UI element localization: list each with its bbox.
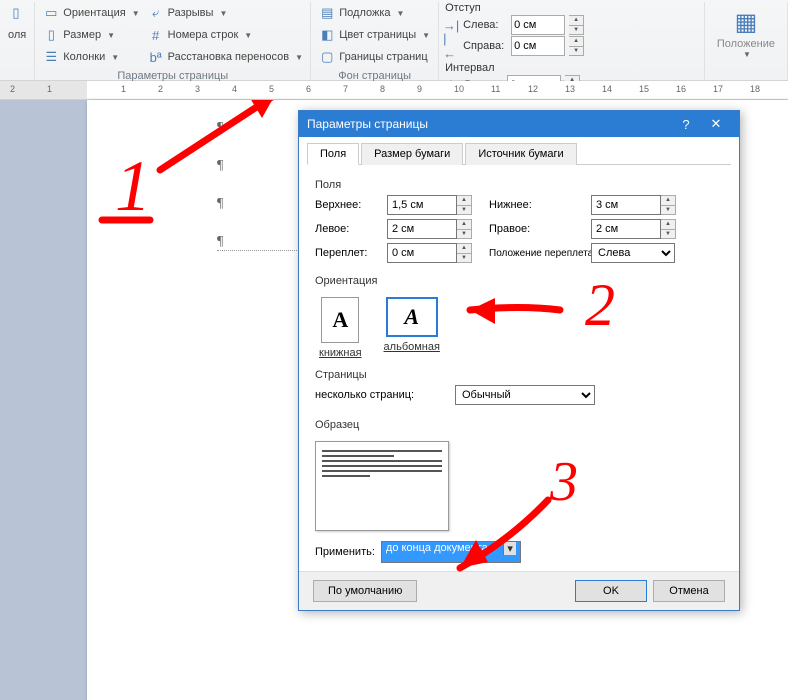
preview-thumbnail xyxy=(315,441,449,531)
dialog-titlebar[interactable]: Параметры страницы ? ✕ xyxy=(299,111,739,137)
tab-margins[interactable]: Поля xyxy=(307,143,359,165)
hyphenation-icon: bª xyxy=(148,49,164,65)
portrait-icon: A xyxy=(321,297,359,343)
apply-label: Применить: xyxy=(315,546,375,558)
chevron-down-icon: ▼ xyxy=(743,50,751,59)
spinner[interactable]: ▲▼ xyxy=(569,36,584,56)
cancel-button[interactable]: Отмена xyxy=(653,580,725,602)
watermark-icon: ▤ xyxy=(319,5,335,21)
close-button[interactable]: ✕ xyxy=(701,116,731,132)
indent-right-label: Справа: xyxy=(463,40,507,52)
columns-icon: ☰ xyxy=(43,49,59,65)
indent-right-icon: |← xyxy=(443,38,459,54)
spinner[interactable]: ▲▼ xyxy=(457,219,472,239)
chevron-down-icon: ▼ xyxy=(132,9,140,18)
orientation-landscape[interactable]: A альбомная xyxy=(380,293,444,363)
landscape-icon: A xyxy=(386,297,438,337)
watermark-button[interactable]: ▤Подложка▼ xyxy=(315,2,434,24)
page-setup-dialog: Параметры страницы ? ✕ Поля Размер бумаг… xyxy=(298,110,740,611)
margin-left-input[interactable] xyxy=(387,219,457,239)
margins-section-label: Поля xyxy=(315,179,723,191)
line-numbers-button[interactable]: #Номера строк▼ xyxy=(144,24,307,46)
gutter-label: Переплет: xyxy=(315,247,387,259)
ribbon: ▯ оля ▭Ориентация▼ ▯Размер▼ ☰Колонки▼ ⤶Р… xyxy=(0,0,788,81)
margin-right-label: Правое: xyxy=(489,223,591,235)
indent-title: Отступ xyxy=(443,2,700,14)
orientation-icon: ▭ xyxy=(43,5,59,21)
spinner[interactable]: ▲▼ xyxy=(661,219,676,239)
chevron-down-icon: ▼ xyxy=(107,31,115,40)
ruler[interactable]: 21123456789101112131415161718 xyxy=(0,81,788,100)
spinner[interactable]: ▲▼ xyxy=(661,195,676,215)
gutter-input[interactable] xyxy=(387,243,457,263)
columns-button[interactable]: ☰Колонки▼ xyxy=(39,46,143,68)
apply-to-select[interactable]: до конца документа▾ xyxy=(381,541,521,563)
page-color-button[interactable]: ◧Цвет страницы▼ xyxy=(315,24,434,46)
margins-small: оля xyxy=(4,24,30,46)
margin-top-label: Верхнее: xyxy=(315,199,387,211)
spinner[interactable]: ▲▼ xyxy=(457,243,472,263)
margins-icon: ▯ xyxy=(8,5,24,21)
default-button[interactable]: По умолчанию xyxy=(313,580,417,602)
indent-left-label: Слева: xyxy=(463,19,507,31)
document-area: ¶ ¶ ¶ ¶ Параметры страницы ? ✕ Поля Разм… xyxy=(0,100,788,700)
position-icon: ▦ xyxy=(730,6,762,38)
gutter-pos-select[interactable]: Слева xyxy=(591,243,675,263)
chevron-down-icon: ▼ xyxy=(244,31,252,40)
breaks-button[interactable]: ⤶Разрывы▼ xyxy=(144,2,307,24)
multi-pages-label: несколько страниц: xyxy=(315,389,445,401)
tab-paper-source[interactable]: Источник бумаги xyxy=(465,143,576,165)
chevron-down-icon: ▼ xyxy=(422,31,430,40)
line-numbers-icon: # xyxy=(148,27,164,43)
chevron-down-icon: ▼ xyxy=(111,53,119,62)
page-borders-icon: ▢ xyxy=(319,49,335,65)
gutter-pos-label: Положение переплета: xyxy=(489,248,591,259)
size-button[interactable]: ▯Размер▼ xyxy=(39,24,143,46)
orientation-portrait[interactable]: A книжная xyxy=(315,293,366,363)
ok-button[interactable]: OK xyxy=(575,580,647,602)
page-borders-button[interactable]: ▢Границы страниц xyxy=(315,46,434,68)
hyphenation-button[interactable]: bªРасстановка переносов▼ xyxy=(144,46,307,68)
chevron-down-icon: ▼ xyxy=(397,9,405,18)
margin-right-input[interactable] xyxy=(591,219,661,239)
margins-button[interactable]: ▯ xyxy=(4,2,30,24)
help-button[interactable]: ? xyxy=(671,117,701,132)
margin-left-label: Левое: xyxy=(315,223,387,235)
spacing-title: Интервал xyxy=(443,62,700,74)
indent-left-input[interactable] xyxy=(511,15,565,35)
breaks-icon: ⤶ xyxy=(148,5,164,21)
dialog-title: Параметры страницы xyxy=(307,117,671,131)
margin-top-input[interactable] xyxy=(387,195,457,215)
position-button[interactable]: ▦ Положение ▼ xyxy=(709,2,783,63)
margin-bottom-label: Нижнее: xyxy=(489,199,591,211)
margin-bottom-input[interactable] xyxy=(591,195,661,215)
multi-pages-select[interactable]: Обычный xyxy=(455,385,595,405)
spinner[interactable]: ▲▼ xyxy=(569,15,584,35)
pages-section-label: Страницы xyxy=(315,369,723,381)
chevron-down-icon: ▼ xyxy=(295,53,303,62)
size-icon: ▯ xyxy=(43,27,59,43)
orientation-button[interactable]: ▭Ориентация▼ xyxy=(39,2,143,24)
tab-paper-size[interactable]: Размер бумаги xyxy=(361,143,463,165)
preview-section-label: Образец xyxy=(315,419,723,431)
dialog-tabs: Поля Размер бумаги Источник бумаги xyxy=(307,143,731,165)
chevron-down-icon: ▼ xyxy=(219,9,227,18)
orientation-section-label: Ориентация xyxy=(315,275,723,287)
indent-right-input[interactable] xyxy=(511,36,565,56)
spinner[interactable]: ▲▼ xyxy=(457,195,472,215)
page-color-icon: ◧ xyxy=(319,27,335,43)
